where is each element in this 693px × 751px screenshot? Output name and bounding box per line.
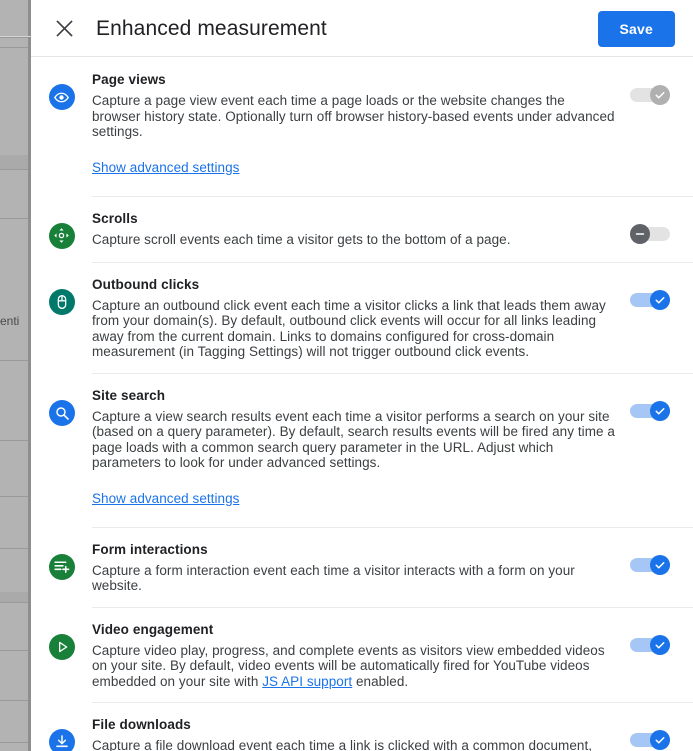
toggle-scrolls [630, 223, 670, 244]
desc-text-part2: enabled. [352, 673, 409, 689]
setting-row-file-downloads: File downloads Capture a file download ev… [31, 702, 693, 751]
setting-row-site-search: Site search Capture a view search results… [31, 372, 693, 527]
row-divider [92, 372, 693, 374]
setting-row-page-views: Page views Capture a page view event each… [31, 57, 693, 196]
setting-title: Video engagement [92, 621, 214, 637]
toggle-form-interactions[interactable] [630, 554, 670, 575]
setting-row-form-interactions: Form interactions Capture a form interact… [31, 526, 693, 607]
toggle-cell [630, 276, 693, 310]
play-icon [48, 633, 75, 660]
setting-row-scrolls: Scrolls Capture scroll events each time a… [31, 195, 693, 262]
setting-body: File downloads Capture a file download ev… [92, 716, 630, 751]
show-advanced-settings-link[interactable]: Show advanced settings [92, 160, 239, 175]
backdrop-divider [0, 36, 31, 37]
js-api-support-link[interactable]: JS API support [262, 674, 352, 689]
save-button[interactable]: Save [597, 10, 675, 47]
eye-icon [48, 84, 75, 110]
dialog-header: Enhanced measurement Save [31, 0, 693, 57]
icon-cell [31, 210, 92, 249]
row-divider [92, 702, 693, 703]
enhanced-measurement-dialog: Enhanced measurement Save Page views Capt… [31, 0, 693, 751]
setting-description: Capture an outbound click event each tim… [92, 297, 606, 360]
setting-description: Capture a form interaction event each ti… [92, 562, 575, 594]
icon-cell [31, 71, 92, 110]
toggle-knob [650, 400, 670, 421]
setting-title: Outbound clicks [92, 276, 200, 292]
setting-description: Capture scroll events each time a visito… [92, 231, 511, 247]
toggle-knob [650, 730, 670, 750]
setting-body: Video engagement Capture video play, prog… [92, 621, 630, 690]
setting-body: Outbound clicks Capture an outbound click… [92, 276, 630, 360]
toggle-outbound-clicks[interactable] [630, 289, 670, 310]
toggle-cell [630, 210, 693, 244]
setting-row-video-engagement: Video engagement Capture video play, prog… [31, 606, 693, 703]
mouse-click-icon [48, 288, 75, 315]
settings-list[interactable]: Page views Capture a page view event each… [31, 57, 693, 751]
setting-body: Page views Capture a page view event each… [92, 71, 630, 183]
setting-description: Capture a file download event each time … [92, 738, 593, 751]
toggle-cell [630, 716, 693, 750]
toggle-knob [650, 554, 670, 575]
setting-description: Capture a view search results event each… [92, 408, 615, 471]
setting-body: Site search Capture a view search results… [92, 387, 630, 514]
setting-body: Scrolls Capture scroll events each time a… [92, 210, 630, 248]
setting-body: Form interactions Capture a form interact… [92, 541, 630, 594]
show-advanced-settings-link[interactable]: Show advanced settings [92, 491, 239, 506]
close-icon[interactable] [51, 16, 77, 42]
icon-cell [31, 387, 92, 426]
toggle-knob [630, 223, 650, 244]
download-icon [48, 729, 75, 751]
icon-cell [31, 716, 92, 751]
icon-cell [31, 621, 92, 660]
setting-description: Capture a page view event each time a pa… [92, 93, 615, 139]
row-divider [92, 195, 693, 197]
toggle-cell [630, 621, 693, 655]
icon-cell [31, 541, 92, 580]
backdrop-partial-text: enti [0, 314, 20, 328]
toggle-cell [630, 541, 693, 575]
scroll-icon [48, 222, 75, 249]
setting-title: File downloads [92, 717, 191, 732]
form-add-icon [48, 553, 75, 580]
toggle-knob [650, 634, 670, 655]
toggle-video-engagement[interactable] [630, 634, 670, 655]
setting-description: Capture video play, progress, and comple… [92, 643, 616, 690]
row-divider [92, 261, 693, 263]
row-divider [92, 526, 693, 528]
setting-title: Form interactions [92, 541, 208, 557]
icon-cell [31, 276, 92, 315]
setting-title: Site search [92, 387, 166, 403]
setting-row-outbound-clicks: Outbound clicks Capture an outbound click… [31, 261, 693, 373]
toggle-cell [630, 71, 693, 105]
toggle-page-views [630, 85, 670, 105]
toggle-knob [650, 289, 670, 310]
page-backdrop-dimmed: enti [0, 0, 28, 751]
setting-title: Page views [92, 72, 166, 87]
search-icon [48, 399, 75, 426]
toggle-knob [650, 85, 670, 105]
setting-title: Scrolls [92, 210, 138, 226]
toggle-site-search[interactable] [630, 400, 670, 421]
page-title: Enhanced measurement [96, 16, 327, 40]
toggle-file-downloads[interactable] [630, 730, 670, 750]
row-divider [92, 606, 693, 608]
toggle-cell [630, 387, 693, 421]
